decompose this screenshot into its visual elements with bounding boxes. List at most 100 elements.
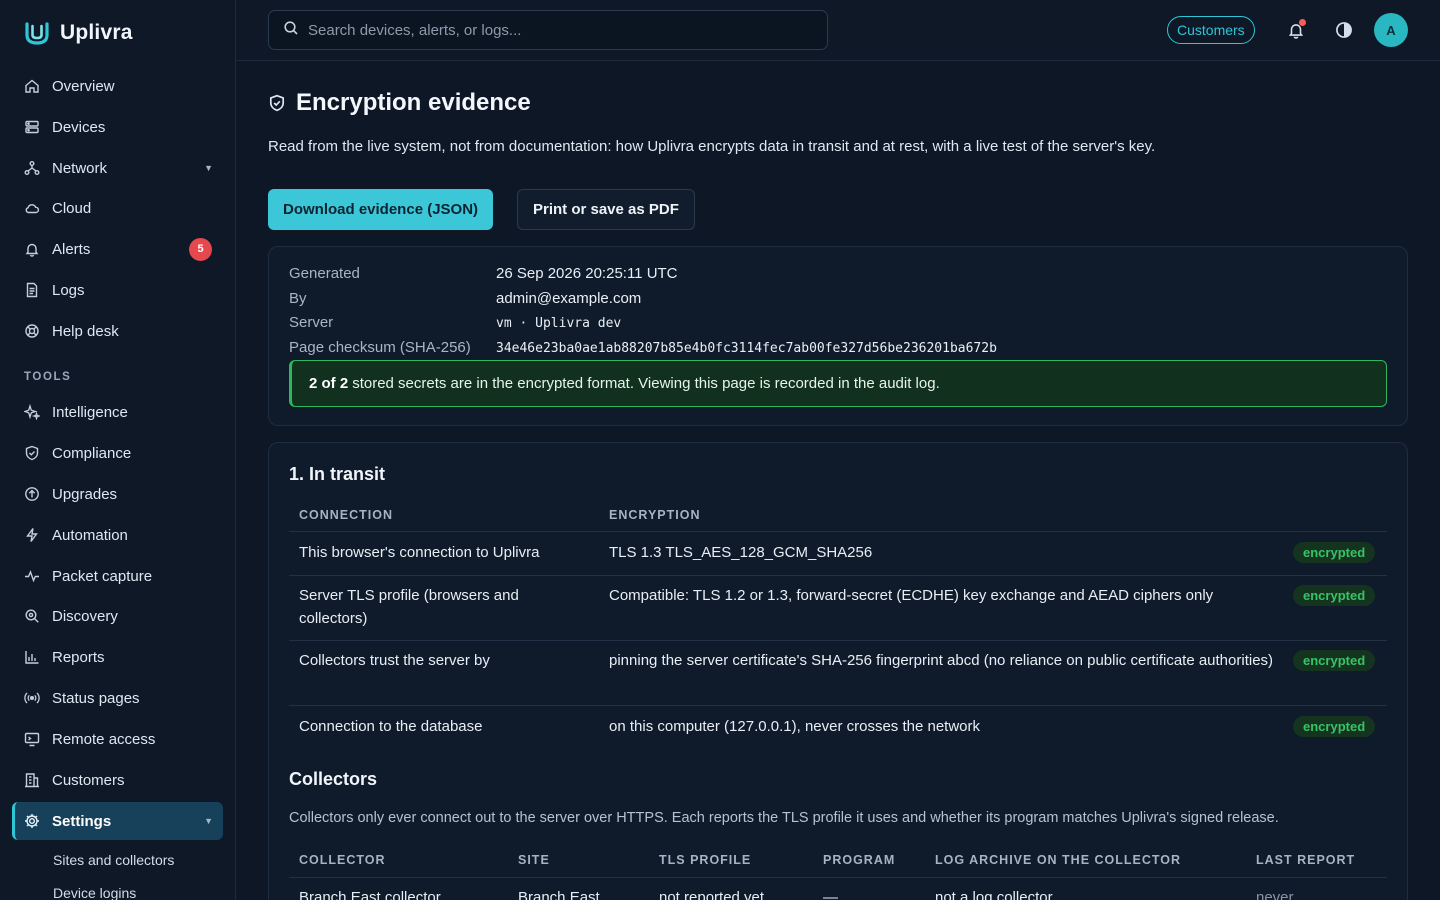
- connection-cell: This browser's connection to Uplivra: [299, 544, 540, 561]
- collectors-title: Collectors: [289, 769, 378, 789]
- divider: [289, 705, 1387, 706]
- theme-toggle-button[interactable]: [1333, 19, 1355, 41]
- brand-name: Uplivra: [60, 21, 133, 44]
- nav-item-status-pages[interactable]: Status pages: [12, 679, 223, 717]
- nav-label: Settings: [52, 812, 112, 830]
- sparkles-icon: [24, 404, 40, 420]
- search-icon: [283, 20, 299, 40]
- shield-check-icon: [269, 94, 285, 112]
- meta-key: By: [289, 290, 307, 307]
- nav-item-intelligence[interactable]: Intelligence: [12, 393, 223, 431]
- encryption-cell: pinning the server certificate's SHA-256…: [609, 652, 1274, 669]
- status-badge: encrypted: [1293, 542, 1376, 563]
- tls-profile-cell: not reported yet: [659, 889, 765, 900]
- topbar: Customers A: [236, 0, 1440, 61]
- shield-check-icon: [24, 445, 40, 461]
- bell-icon: [24, 241, 40, 257]
- section-title: 1. In transit: [289, 464, 386, 484]
- collectors-description: Collectors only ever connect out to the …: [289, 810, 1279, 826]
- customers-switcher-button[interactable]: Customers: [1167, 16, 1255, 44]
- user-avatar[interactable]: A: [1374, 13, 1408, 47]
- page-header: Encryption evidence: [268, 89, 531, 117]
- nav-label: Alerts: [52, 240, 91, 258]
- monitor-icon: [24, 731, 40, 747]
- connection-cell: Collectors trust the server by: [299, 652, 490, 669]
- search-box[interactable]: [268, 10, 828, 50]
- banner-strong: 2 of 2: [309, 375, 349, 392]
- nav-item-customers[interactable]: Customers: [12, 761, 223, 799]
- uplivra-logo-icon: [25, 22, 49, 45]
- column-header: PROGRAM: [823, 853, 896, 867]
- encryption-cell: on this computer (127.0.0.1), never cros…: [609, 718, 981, 735]
- nav-item-reports[interactable]: Reports: [12, 638, 223, 676]
- page-description: Read from the live system, not from docu…: [268, 138, 1156, 155]
- meta-value: 26 Sep 2026 20:25:11 UTC: [496, 265, 678, 282]
- meta-key: Server: [289, 314, 334, 331]
- meta-key: Generated: [289, 265, 360, 282]
- nav-item-remote-access[interactable]: Remote access: [12, 720, 223, 758]
- nav-item-network[interactable]: Network ▼: [12, 149, 223, 187]
- server-icon: [24, 119, 40, 135]
- nav-item-automation[interactable]: Automation: [12, 516, 223, 554]
- divider: [289, 640, 1387, 641]
- search-icon: [24, 608, 40, 624]
- nav-label: Compliance: [52, 444, 132, 462]
- site-cell: Branch East: [518, 889, 600, 900]
- notifications-button[interactable]: [1285, 19, 1307, 41]
- meta-key: Page checksum (SHA-256): [289, 339, 471, 356]
- nav-label: Network: [52, 159, 108, 177]
- column-header: CONNECTION: [299, 508, 394, 522]
- meta-value: 34e46e23ba0ae1ab88207b85e4b0fc3114fec7ab…: [496, 341, 997, 356]
- gear-icon: [24, 813, 40, 829]
- nav-label: Devices: [52, 118, 106, 136]
- nav-label: Logs: [52, 281, 85, 299]
- file-icon: [24, 282, 40, 298]
- nav-item-cloud[interactable]: Cloud: [12, 189, 223, 227]
- log-archive-cell: not a log collector: [935, 889, 1053, 900]
- search-input[interactable]: [308, 21, 808, 39]
- brand-logo[interactable]: Uplivra: [24, 20, 133, 46]
- connection-cell: Server TLS profile (browsers and collect…: [299, 587, 519, 627]
- nav-item-packet-capture[interactable]: Packet capture: [12, 557, 223, 595]
- divider: [289, 877, 1387, 878]
- nav-item-alerts[interactable]: Alerts 5: [12, 230, 223, 268]
- nav-item-help-desk[interactable]: Help desk: [12, 312, 223, 350]
- in-transit-card: 1. In transit CONNECTION ENCRYPTION This…: [268, 442, 1408, 900]
- evidence-meta-card: Generated 26 Sep 2026 20:25:11 UTC By ad…: [268, 246, 1408, 426]
- print-pdf-button[interactable]: Print or save as PDF: [517, 189, 695, 230]
- connection-cell: Connection to the database: [299, 718, 483, 735]
- program-cell: —: [823, 889, 838, 900]
- last-report-cell: never: [1256, 889, 1294, 900]
- divider: [289, 575, 1387, 576]
- sidebar-subitem-sites-and-collectors[interactable]: Sites and collectors: [53, 852, 174, 868]
- nav-item-upgrades[interactable]: Upgrades: [12, 475, 223, 513]
- lifebuoy-icon: [24, 323, 40, 339]
- nav-label: Help desk: [52, 322, 119, 340]
- nav-label: Discovery: [52, 607, 118, 625]
- collector-cell[interactable]: Branch East collector: [299, 886, 441, 900]
- main-content: Encryption evidence Read from the live s…: [236, 61, 1440, 900]
- nav-label: Remote access: [52, 730, 156, 748]
- secrets-status-banner: 2 of 2 stored secrets are in the encrypt…: [289, 360, 1387, 407]
- download-evidence-button[interactable]: Download evidence (JSON): [268, 189, 494, 230]
- nav-label: Status pages: [52, 689, 140, 707]
- contrast-icon: [1336, 22, 1352, 38]
- column-header: LOG ARCHIVE ON THE COLLECTOR: [935, 853, 1182, 867]
- nav-item-discovery[interactable]: Discovery: [12, 597, 223, 635]
- sidebar-subitem-device-logins[interactable]: Device logins: [53, 885, 136, 900]
- nav-label: Automation: [52, 526, 128, 544]
- nav-item-logs[interactable]: Logs: [12, 271, 223, 309]
- nav-label: Cloud: [52, 199, 92, 217]
- column-header: ENCRYPTION: [609, 508, 701, 522]
- nav-item-settings[interactable]: Settings ▼: [12, 802, 223, 840]
- column-header: LAST REPORT: [1256, 853, 1356, 867]
- broadcast-icon: [24, 690, 40, 706]
- banner-text: stored secrets are in the encrypted form…: [352, 375, 940, 392]
- nav-item-compliance[interactable]: Compliance: [12, 434, 223, 472]
- nav-item-devices[interactable]: Devices: [12, 108, 223, 146]
- meta-value: vm · Uplivra dev: [496, 316, 622, 331]
- sidebar: Uplivra Overview Devices Network ▼ Cloud…: [0, 0, 236, 900]
- notification-dot: [1299, 19, 1306, 26]
- encryption-cell: TLS 1.3 TLS_AES_128_GCM_SHA256: [609, 544, 873, 561]
- nav-item-overview[interactable]: Overview: [12, 67, 223, 105]
